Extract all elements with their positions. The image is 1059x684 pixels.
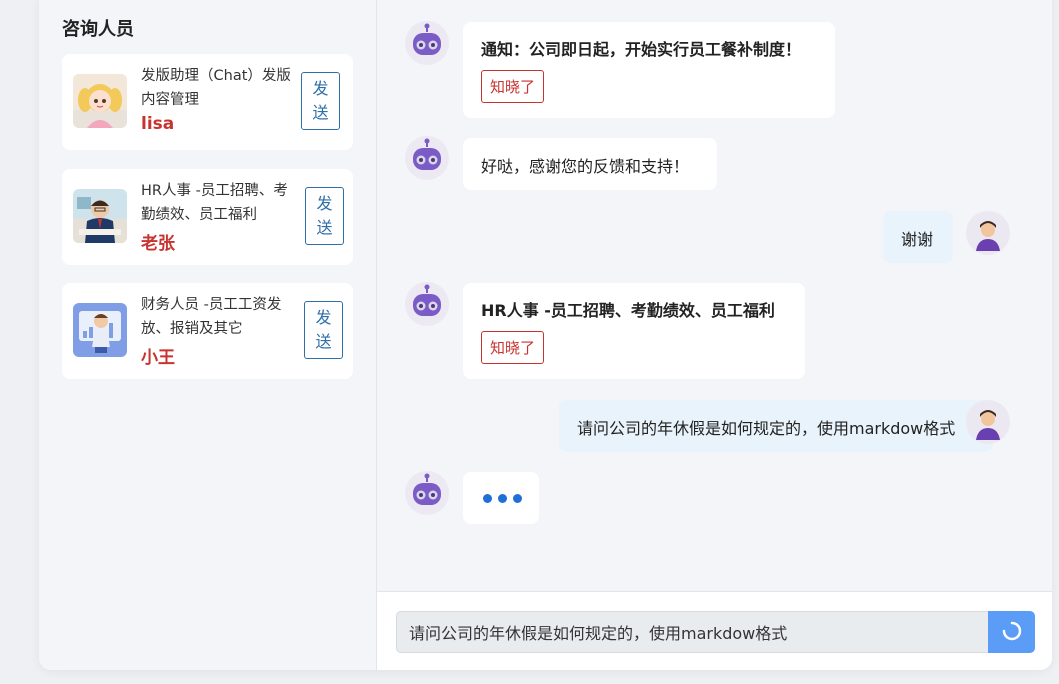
contact-card-laozhang[interactable]: HR人事 -员工招聘、考勤绩效、员工福利 老张 发送 — [62, 169, 353, 265]
bot-message: 通知：公司即日起，开始实行员工餐补制度！ 知晓了 — [463, 22, 835, 118]
avatar — [73, 189, 127, 243]
bot-avatar-icon — [405, 471, 449, 515]
app-window: 咨询人员 发版助理（Chat）发版内容管理 lisa 发送 HR人事 -员工招聘… — [39, 0, 1052, 670]
contact-description: 发版助理（Chat）发版内容管理 — [141, 68, 291, 108]
message-text: 请问公司的年休假是如何规定的，使用markdow格式 — [577, 419, 956, 438]
message-input[interactable] — [396, 611, 989, 653]
user-message: 谢谢 — [883, 211, 953, 263]
user-avatar-icon — [966, 211, 1010, 255]
message-text: 谢谢 — [901, 230, 934, 249]
avatar — [73, 74, 127, 128]
contact-name: 小王 — [141, 348, 175, 368]
bot-message: 好哒，感谢您的反馈和支持！ — [463, 138, 717, 190]
contact-description: HR人事 -员工招聘、考勤绩效、员工福利 — [141, 183, 288, 223]
acknowledge-button[interactable]: 知晓了 — [481, 70, 545, 103]
contacts-sidebar: 咨询人员 发版助理（Chat）发版内容管理 lisa 发送 HR人事 -员工招聘… — [39, 0, 377, 670]
send-button[interactable]: 发送 — [305, 187, 344, 245]
contact-description: 财务人员 -员工工资发放、报销及其它 — [141, 297, 282, 337]
acknowledge-button[interactable]: 知晓了 — [481, 331, 545, 364]
bot-message: HR人事 -员工招聘、考勤绩效、员工福利 知晓了 — [463, 283, 805, 379]
bot-avatar-icon — [405, 282, 449, 326]
loading-spinner-icon — [1001, 620, 1023, 645]
contact-name: lisa — [141, 114, 175, 134]
contact-card-xiaowang[interactable]: 财务人员 -员工工资发放、报销及其它 小王 发送 — [62, 283, 353, 379]
send-button[interactable]: 发送 — [301, 72, 340, 130]
chat-panel: 通知：公司即日起，开始实行员工餐补制度！ 知晓了 好哒，感谢您的反馈和支持！ 谢… — [377, 0, 1052, 670]
user-avatar-icon — [966, 400, 1010, 444]
message-text: 好哒，感谢您的反馈和支持！ — [481, 157, 690, 176]
bot-avatar-icon — [405, 136, 449, 180]
message-text: 通知：公司即日起，开始实行员工餐补制度！ — [481, 40, 802, 59]
typing-dots-icon — [483, 493, 522, 503]
avatar — [73, 303, 127, 357]
submit-button[interactable] — [988, 611, 1035, 653]
bot-avatar-icon — [405, 21, 449, 65]
contact-card-lisa[interactable]: 发版助理（Chat）发版内容管理 lisa 发送 — [62, 54, 353, 150]
contact-name: 老张 — [141, 234, 175, 254]
message-text: HR人事 -员工招聘、考勤绩效、员工福利 — [481, 301, 775, 320]
sidebar-title: 咨询人员 — [62, 19, 134, 40]
typing-indicator — [463, 472, 539, 524]
input-bar — [377, 591, 1052, 670]
user-message: 请问公司的年休假是如何规定的，使用markdow格式 — [559, 400, 993, 452]
send-button[interactable]: 发送 — [304, 301, 343, 359]
